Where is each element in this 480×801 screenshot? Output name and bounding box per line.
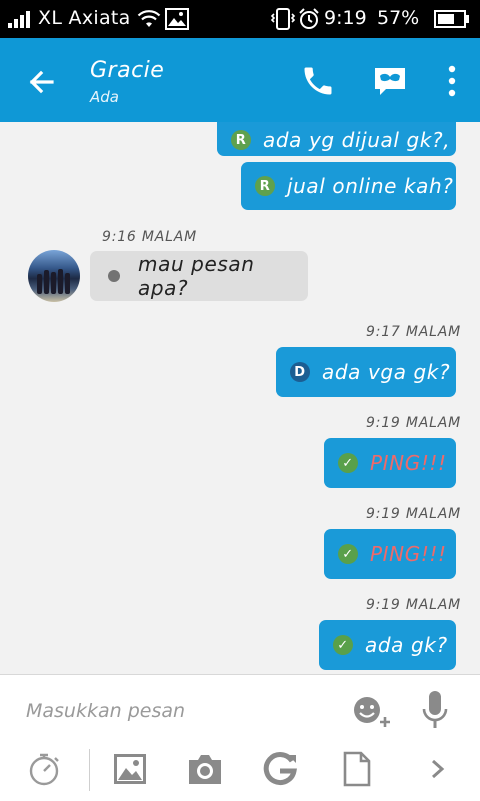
message-timestamp: 9:19 MALAM [366,506,462,522]
contact-avatar[interactable] [28,250,80,302]
more-vert-icon[interactable] [440,62,464,100]
message-bubble-outgoing[interactable]: ✓ ada gk? [319,620,456,670]
status-dot-icon [108,270,120,282]
refresh-g-icon[interactable] [262,751,298,787]
chat-header: Gracie Ada [0,38,480,122]
message-text: ada vga gk? [322,360,451,384]
battery-icon [434,10,469,28]
message-bubble-incoming[interactable]: mau pesan apa? [90,251,308,301]
check-badge-icon: ✓ [338,453,358,473]
file-icon[interactable] [342,751,372,787]
message-text: ada yg dijual gk?, [263,128,451,152]
message-input[interactable] [24,695,328,727]
chevron-right-icon[interactable] [428,751,448,787]
carrier-name: XL Axiata [38,7,131,29]
battery-percentage: 57% [377,7,420,29]
gallery-notification-icon [165,8,189,30]
message-bubble-outgoing[interactable]: ✓ PING!!! [324,438,456,488]
contact-status: Ada [90,88,119,106]
emoticon-mask-icon[interactable] [372,65,408,97]
signal-icon [8,11,30,28]
message-bubble-outgoing[interactable]: ✓ PING!!! [324,529,456,579]
camera-icon[interactable] [186,751,224,787]
timer-icon[interactable] [26,751,62,787]
message-timestamp: 9:19 MALAM [366,415,462,431]
message-bubble-outgoing[interactable]: R jual online kah? [241,162,456,210]
read-badge-icon: R [255,176,275,196]
wifi-icon [137,10,161,27]
message-text: ada gk? [365,633,448,657]
message-text: PING!!! [370,451,447,475]
message-text: PING!!! [370,542,447,566]
delivered-badge-icon: D [290,362,310,382]
phone-icon[interactable] [300,63,336,99]
message-text: mau pesan apa? [138,252,255,300]
message-bubble-outgoing[interactable]: R ada yg dijual gk?, [217,122,456,156]
clock: 9:19 [324,7,367,29]
image-icon[interactable] [112,751,148,787]
message-list[interactable]: R ada yg dijual gk?, R jual online kah? … [0,122,480,674]
contact-name[interactable]: Gracie [90,58,164,83]
emoji-add-icon[interactable] [351,693,393,729]
check-badge-icon: ✓ [338,544,358,564]
message-timestamp: 9:19 MALAM [366,597,462,613]
back-arrow-icon[interactable] [22,62,62,102]
message-timestamp: 9:16 MALAM [102,229,198,245]
message-text: jual online kah? [287,174,454,198]
composer [0,674,480,801]
read-badge-icon: R [231,130,251,150]
message-timestamp: 9:17 MALAM [366,324,462,340]
vibrate-icon [270,8,296,30]
microphone-icon[interactable] [420,689,450,733]
toolbar-divider [89,749,90,791]
check-badge-icon: ✓ [333,635,353,655]
status-bar: XL Axiata 9:19 57% [0,0,480,38]
message-bubble-outgoing[interactable]: D ada vga gk? [276,347,456,397]
alarm-icon [299,8,319,29]
